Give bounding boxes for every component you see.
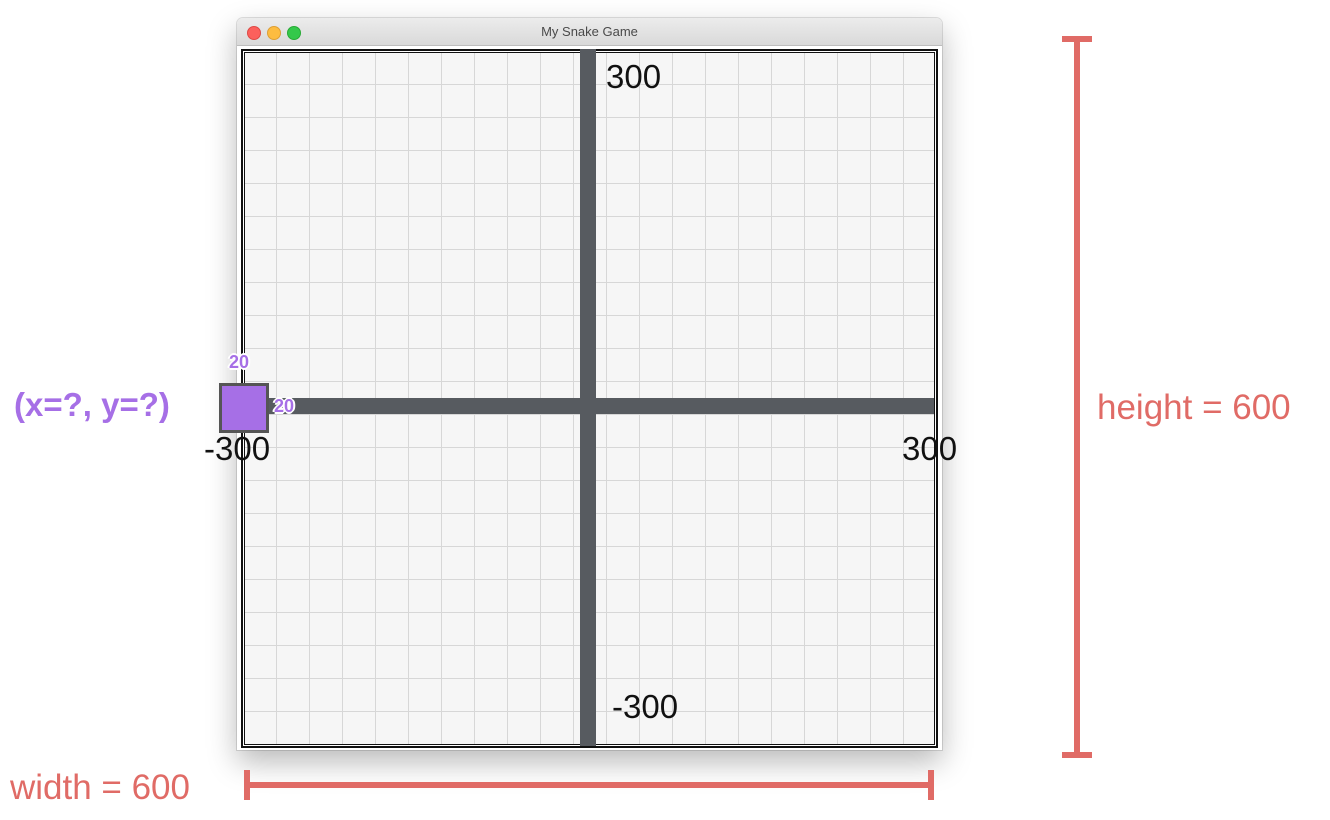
y-axis-top-label: 300 bbox=[606, 58, 662, 95]
height-label: height = 600 bbox=[1097, 388, 1291, 427]
window-title: My Snake Game bbox=[541, 24, 638, 39]
segment-height-label: 20 bbox=[229, 352, 250, 372]
window-titlebar[interactable]: My Snake Game bbox=[237, 18, 942, 46]
height-bracket-line bbox=[1074, 36, 1080, 758]
segment-width-label: 20 bbox=[274, 396, 295, 416]
segment-coord-label: (x=?, y=?) bbox=[14, 386, 170, 423]
snake-segment bbox=[219, 383, 269, 433]
x-axis bbox=[244, 398, 934, 414]
x-axis-right-label: 300 bbox=[902, 430, 958, 467]
x-axis-left-label: -300 bbox=[204, 430, 271, 467]
width-label: width = 600 bbox=[10, 768, 190, 807]
width-bracket-right bbox=[928, 770, 934, 800]
height-bracket-bottom bbox=[1062, 752, 1092, 758]
width-bracket-line bbox=[244, 782, 934, 788]
y-axis-bottom-label: -300 bbox=[612, 688, 679, 725]
